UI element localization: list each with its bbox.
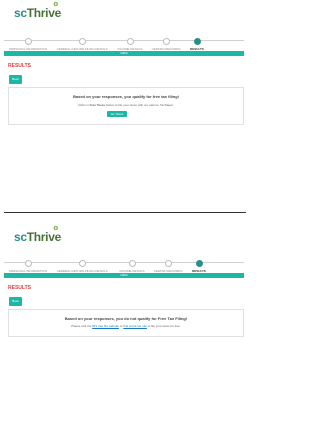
progress-label: 100% bbox=[120, 51, 128, 55]
bottom-panel: scThrive ✿ PERSONAL INFORMATION FEDERAL … bbox=[0, 222, 246, 435]
site-logo[interactable]: scThrive ✿ bbox=[14, 226, 62, 244]
step-personal-information[interactable]: PERSONAL INFORMATION bbox=[3, 34, 53, 51]
result-instructions: Click on Free Taxes button to file your … bbox=[9, 103, 243, 107]
site-logo[interactable]: scThrive ✿ bbox=[14, 2, 62, 20]
leaf-icon: ✿ bbox=[53, 226, 58, 232]
find-free-tax-site-link[interactable]: find a free tax site bbox=[123, 324, 147, 328]
step-dot-icon bbox=[164, 260, 172, 267]
progress-bar: 100% bbox=[4, 273, 244, 278]
step-dot-icon bbox=[78, 260, 86, 267]
step-federal-return[interactable]: FEDERAL RETURN FILING DETAILS bbox=[57, 256, 108, 273]
instructions-bold: Free Taxes bbox=[89, 103, 106, 107]
step-dot-icon bbox=[195, 260, 203, 267]
back-button[interactable]: Back bbox=[9, 75, 22, 84]
top-panel: scThrive ✿ PERSONAL INFORMATION FEDERAL … bbox=[0, 0, 246, 210]
step-dot-icon bbox=[128, 260, 136, 267]
step-dot-icon bbox=[24, 38, 32, 45]
result-heading: Based on your responses, you do not qual… bbox=[64, 316, 188, 321]
results-title: RESULTS bbox=[8, 285, 31, 291]
result-heading: Based on your responses, you qualify for… bbox=[72, 94, 180, 99]
logo-sc-text: sc bbox=[14, 6, 27, 20]
step-dot-icon bbox=[162, 38, 170, 45]
step-dot-icon bbox=[126, 38, 134, 45]
step-federal-return[interactable]: FEDERAL RETURN FILING DETAILS bbox=[57, 34, 108, 51]
instructions-prefix: Click on bbox=[78, 103, 90, 107]
result-instructions: Please visit the IRS free file website o… bbox=[9, 324, 243, 328]
progress-bar: 100% bbox=[4, 51, 244, 56]
irs-free-file-link[interactable]: IRS free file website bbox=[92, 324, 119, 328]
step-dot-icon bbox=[193, 38, 201, 45]
result-box: Based on your responses, you do not qual… bbox=[8, 309, 244, 337]
step-results[interactable]: RESULTS bbox=[174, 256, 224, 273]
instructions-prefix: Please visit the bbox=[71, 324, 93, 328]
back-button[interactable]: Back bbox=[9, 297, 22, 306]
instructions-suffix: to file your taxes for free. bbox=[146, 324, 181, 328]
instructions-suffix: button to file your taxes with our partn… bbox=[105, 103, 174, 107]
logo-thrive-text: Thrive bbox=[26, 6, 62, 20]
progress-label: 100% bbox=[120, 273, 128, 277]
step-dot-icon bbox=[78, 38, 86, 45]
step-dot-icon bbox=[24, 260, 32, 267]
step-results[interactable]: RESULTS bbox=[172, 34, 222, 51]
result-box: Based on your responses, you qualify for… bbox=[8, 87, 244, 125]
free-taxes-button[interactable]: Go Taxes bbox=[107, 111, 127, 117]
leaf-icon: ✿ bbox=[53, 2, 58, 8]
results-title: RESULTS bbox=[8, 63, 31, 69]
logo-sc-text: sc bbox=[14, 230, 27, 244]
panel-divider bbox=[4, 212, 246, 213]
logo-thrive-text: Thrive bbox=[26, 230, 62, 244]
step-personal-information[interactable]: PERSONAL INFORMATION bbox=[3, 256, 53, 273]
